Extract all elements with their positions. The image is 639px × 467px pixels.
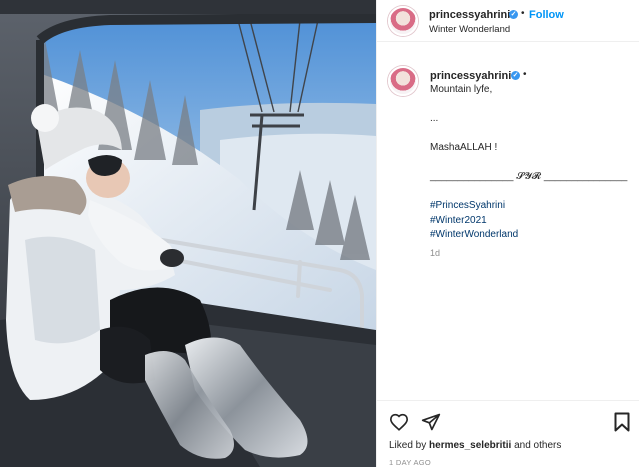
- caption-signature: _______________ 𝓢𝓨𝓡 _______________: [430, 171, 628, 182]
- verified-badge-icon: ✓: [511, 71, 520, 80]
- hashtag-link[interactable]: #WinterWonderland: [430, 228, 630, 243]
- profile-avatar[interactable]: [388, 6, 418, 36]
- post-header: princessyahrini ✓ • Follow Winter Wonder…: [377, 0, 639, 42]
- caption-line: ...: [430, 113, 439, 124]
- likes-summary: Liked by hermes_selebritii and others: [389, 440, 561, 451]
- separator-dot: •: [521, 8, 525, 19]
- caption-age: 1d: [430, 248, 441, 258]
- separator-dot: •: [523, 69, 527, 80]
- paper-plane-icon[interactable]: [421, 412, 441, 432]
- verified-badge-icon: ✓: [509, 10, 518, 19]
- follow-button[interactable]: Follow: [529, 9, 564, 21]
- post-side-panel: princessyahrini ✓ • Follow Winter Wonder…: [376, 0, 639, 467]
- header-username[interactable]: princessyahrini: [429, 9, 510, 21]
- hashtag-link[interactable]: #Winter2021: [430, 214, 630, 229]
- heart-icon[interactable]: [389, 413, 409, 431]
- caption-line: MashaALLAH !: [430, 142, 498, 153]
- caption-avatar[interactable]: [388, 66, 418, 96]
- hashtag-link[interactable]: #PrincesSyahrini: [430, 199, 630, 214]
- post-photo[interactable]: [0, 0, 376, 467]
- caption-username[interactable]: princessyahrini: [430, 70, 511, 82]
- liked-suffix[interactable]: and others: [511, 440, 561, 451]
- caption-text: Mountain lyfe, ... MashaALLAH ! ________…: [430, 83, 630, 243]
- location-link[interactable]: Winter Wonderland: [429, 24, 510, 35]
- bookmark-icon[interactable]: [614, 412, 630, 432]
- post-actions: Liked by hermes_selebritii and others 1 …: [377, 400, 639, 467]
- caption-line: Mountain lyfe,: [430, 84, 493, 95]
- post-timestamp: 1 DAY AGO: [389, 458, 432, 467]
- gondola-snow-photo: [0, 0, 376, 467]
- liked-prefix: Liked by: [389, 440, 430, 451]
- liked-user-link[interactable]: hermes_selebritii: [429, 440, 511, 451]
